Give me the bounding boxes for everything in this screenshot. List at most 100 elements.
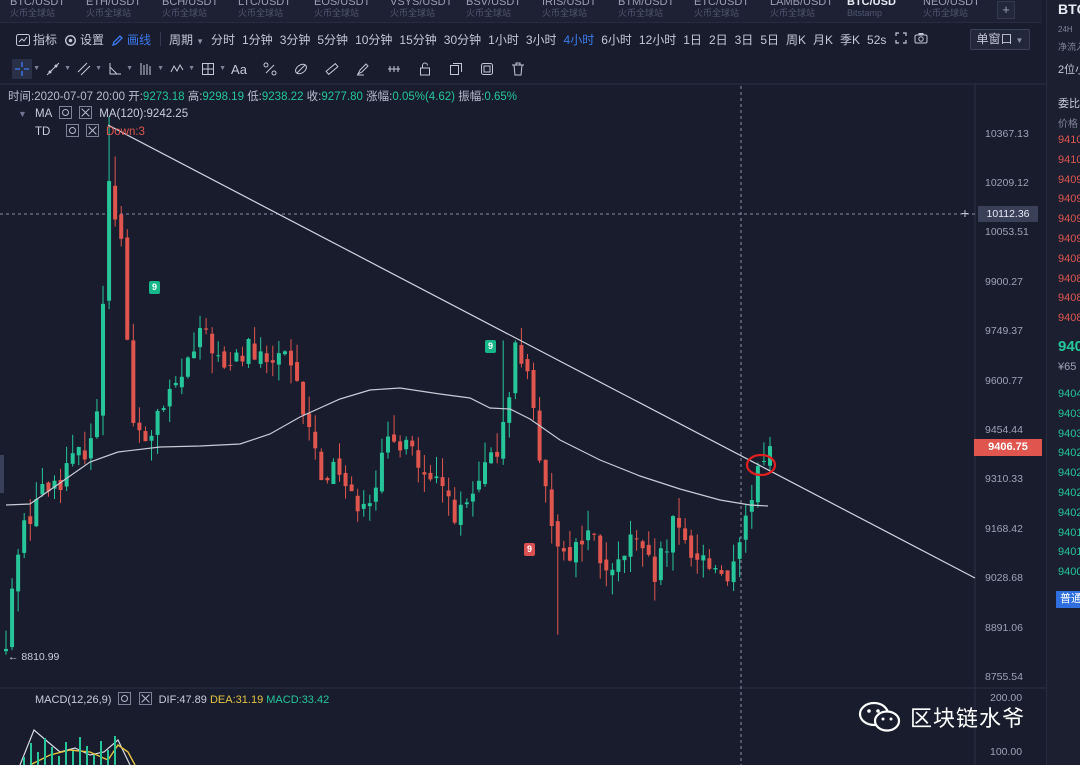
candle-body [276,353,281,365]
bid-price[interactable]: 9402 [1058,507,1080,519]
td-close-icon[interactable] [85,124,99,137]
candle-body [489,452,494,464]
candle-body [131,340,136,423]
candle-body [113,185,118,220]
candle-body [222,351,227,368]
candle-body [101,303,106,416]
bid-price[interactable]: 9401 [1058,527,1080,539]
bid-price[interactable]: 9401 [1058,546,1080,558]
ask-price[interactable]: 9408 [1058,312,1080,324]
candle-body [428,472,433,480]
add-alert-icon[interactable]: + [958,206,972,220]
candle-body [185,357,190,377]
ask-price[interactable]: 9409 [1058,213,1080,225]
bid-price[interactable]: 9402 [1058,447,1080,459]
ask-price[interactable]: 9410 [1058,134,1080,146]
macd-settings-icon[interactable] [118,692,132,705]
candle-body [161,408,166,410]
candle-body [331,461,336,485]
candle-body [501,421,506,459]
watermark-text: 区块链水爷 [910,706,1026,731]
bid-price[interactable]: 9403 [1058,428,1080,440]
panel-section-label: 委比 [1058,98,1080,110]
candle-body [107,181,112,301]
macd-close-icon[interactable] [138,692,152,705]
candle-body [573,542,578,563]
bid-price[interactable]: 9403 [1058,408,1080,420]
ask-price[interactable]: 9410 [1058,154,1080,166]
td-name: TD [35,126,51,138]
macd-legend: MACD(12,26,9) DIF:47.89 DEA:31.19 MACD:3… [35,692,329,706]
candle-body [586,530,591,541]
low-label: 低: [247,91,262,103]
collapse-legend-icon[interactable]: ▼ [18,109,27,119]
candle-body [670,516,675,553]
candle-body [82,450,87,460]
ask-price[interactable]: 9409 [1058,193,1080,205]
candle-body [416,450,421,468]
candle-body [252,343,257,360]
bid-price[interactable]: 9402 [1058,487,1080,499]
ma-value: MA(120):9242.25 [99,108,189,120]
ask-price[interactable]: 9408 [1058,292,1080,304]
close-label: 收: [306,91,322,103]
candle-body [543,459,548,487]
ask-price[interactable]: 9409 [1058,233,1080,245]
candle-body [743,515,748,540]
candle-body [16,554,21,592]
candle-body [610,569,615,576]
ma-name: MA [35,108,52,120]
candle-body [580,540,585,545]
candle-body [246,338,251,364]
panel-last-price: 9406 [1058,338,1080,355]
low-value: 9238.22 [261,91,304,103]
candle-body [179,376,184,388]
candle-body [10,588,15,648]
candle-body [725,570,730,582]
candle-body [234,352,239,362]
candle-body [119,214,124,239]
time-value: 2020-07-07 20:00 [34,91,126,103]
candle-body [288,350,293,366]
price-tick-label: 9454.44 [985,424,1023,436]
candle-body [561,548,566,552]
order-book-panel: BTC 24H 净流入 2位小数 委比 价格 9410 9410 9409 9409 9… [1046,0,1080,765]
ask-price[interactable]: 9409 [1058,174,1080,186]
candle-body [495,451,500,457]
precision-select[interactable]: 2位小数 [1058,61,1080,77]
macd-dif: DIF:47.89 [158,694,207,706]
candle-body [149,435,154,441]
candle-body [307,413,312,428]
ma-settings-icon[interactable] [58,106,72,119]
td-settings-icon[interactable] [65,124,79,137]
ask-price[interactable]: 9408 [1058,273,1080,285]
candle-body [404,439,409,450]
panel-netflow-label: 净流入 [1058,42,1080,52]
bid-price[interactable]: 9400 [1058,566,1080,578]
descending-trendline [107,124,976,579]
time-label: 时间: [8,91,35,103]
order-type-button[interactable]: 普通 [1056,591,1080,608]
ma-close-icon[interactable] [79,106,93,119]
ask-price[interactable]: 9408 [1058,253,1080,265]
candle-body [198,328,203,348]
price-tick-label: 9600.77 [985,375,1023,387]
candle-body [555,521,560,547]
candle-body [592,533,597,535]
candle-body [301,381,306,415]
candle-body [264,353,269,363]
candle-body [713,568,718,570]
candle-body [701,555,706,561]
candle-body [567,547,572,561]
candle-body [519,344,524,364]
candle-body [707,558,712,569]
bid-price[interactable]: 9404 [1058,388,1080,400]
candle-body [658,548,663,581]
price-tick-label: 8755.54 [985,671,1023,683]
candle-body [683,528,688,541]
bid-price[interactable]: 9402 [1058,467,1080,479]
candle-body [604,559,609,571]
candle-body [40,484,45,495]
candle-body [634,538,639,540]
wechat-logo-icon [858,701,901,732]
